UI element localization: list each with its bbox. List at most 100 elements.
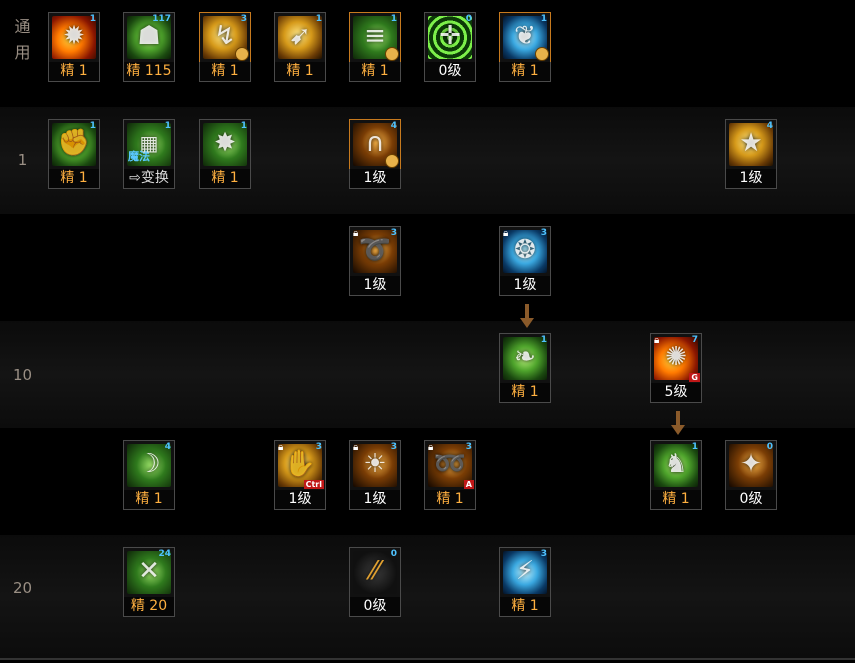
skill-level-label: 精 115 <box>123 62 175 82</box>
skill-slot[interactable]: ❦ 1 精 1 <box>499 12 551 82</box>
skill-slot[interactable]: ✋ 🔒︎ 3 Ctrl 1级 <box>274 440 326 510</box>
row-level10 <box>0 321 855 428</box>
gold-claw-icon: ⁄⁄ 0 <box>349 547 401 598</box>
lock-icon: 🔒︎ <box>654 335 660 346</box>
skill-slot[interactable]: ☀ 🔒︎ 3 1级 <box>349 440 401 510</box>
hotkey-badge: A <box>463 480 474 489</box>
skill-level-label: 精 1 <box>274 62 326 82</box>
skill-level-label: 精 1 <box>349 62 401 82</box>
row-label-common-line2: 用 <box>14 43 31 62</box>
skill-count: 3 <box>390 228 397 238</box>
skill-slot[interactable]: ✺ 🔒︎ 7 G 5级 <box>650 333 702 403</box>
green-fist-icon: ✊ 1 <box>48 119 100 170</box>
clock-icon <box>385 47 399 61</box>
skill-slot[interactable]: ≡ 1 精 1 <box>349 12 401 82</box>
skill-slot[interactable]: ✦ 0 0级 <box>725 440 777 510</box>
skill-level-label: 精 1 <box>123 490 175 510</box>
skill-count: 1 <box>390 14 397 24</box>
skill-count: 3 <box>390 442 397 452</box>
skill-count: 1 <box>89 14 96 24</box>
skill-level-label: 1级 <box>274 490 326 510</box>
prerequisite-arrow <box>520 304 534 330</box>
skill-level-label: 0级 <box>424 62 476 82</box>
lock-icon: 🔒︎ <box>278 442 284 453</box>
skill-level-label: 1级 <box>499 276 551 296</box>
green-spark-icon: ✸ 1 <box>199 119 251 170</box>
green-slash-icon: ☽ 4 <box>123 440 175 491</box>
skill-level-label: 精 20 <box>123 597 175 617</box>
skill-level-label: 精 1 <box>199 62 251 82</box>
lock-icon: 🔒︎ <box>353 228 359 239</box>
gold-sunburst-icon: ☀ 🔒︎ 3 <box>349 440 401 491</box>
skill-count: 3 <box>465 442 472 452</box>
skill-slot[interactable]: ▦ 1 魔法 ⇨变换 <box>123 119 175 189</box>
skill-slot[interactable]: ⁄⁄ 0 0级 <box>349 547 401 617</box>
skill-slot[interactable]: ☽ 4 精 1 <box>123 440 175 510</box>
skill-slot[interactable]: ✛ 0 0级 <box>424 12 476 82</box>
skill-slot[interactable]: ☗ 117 精 115 <box>123 12 175 82</box>
skill-count: 1 <box>691 442 698 452</box>
magic-book-icon: ▦ 1 魔法 <box>123 119 175 170</box>
green-target-icon: ✛ 0 <box>424 12 476 63</box>
clock-icon <box>235 47 249 61</box>
skill-level-label: 精 1 <box>199 169 251 189</box>
fire-burst-icon: ✹ 1 <box>48 12 100 63</box>
skill-count: 3 <box>240 14 247 24</box>
gold-palm-icon: ✋ 🔒︎ 3 Ctrl <box>274 440 326 491</box>
skill-slot[interactable]: ✹ 1 精 1 <box>48 12 100 82</box>
skill-level-label: 精 1 <box>499 383 551 403</box>
skill-slot[interactable]: ∩ 4 1级 <box>349 119 401 189</box>
gold-kick-icon: ↯ 3 <box>199 12 251 63</box>
bottom-divider <box>0 658 855 660</box>
lock-icon: 🔒︎ <box>428 442 434 453</box>
skill-count: 117 <box>152 14 171 24</box>
skill-count: 1 <box>89 121 96 131</box>
blue-wings-icon: ❦ 1 <box>499 12 551 63</box>
skill-count: 1 <box>540 14 547 24</box>
skill-slot[interactable]: ❧ 1 精 1 <box>499 333 551 403</box>
prerequisite-arrow <box>671 411 685 437</box>
skill-slot[interactable]: ❂ 🔒︎ 3 1级 <box>499 226 551 296</box>
skill-count: 1 <box>164 121 171 131</box>
skill-count: 24 <box>158 549 171 559</box>
clock-icon <box>535 47 549 61</box>
gold-uppercut-icon: ∩ 4 <box>349 119 401 170</box>
blue-runner-icon: ⚡ 3 <box>499 547 551 598</box>
skill-slot[interactable]: ↯ 3 精 1 <box>199 12 251 82</box>
lock-icon: 🔒︎ <box>503 228 509 239</box>
skill-slot[interactable]: ⚡ 3 精 1 <box>499 547 551 617</box>
skill-slot[interactable]: ➰ 🔒︎ 3 1级 <box>349 226 401 296</box>
skill-slot[interactable]: ➹ 1 精 1 <box>274 12 326 82</box>
skill-slot[interactable]: ✊ 1 精 1 <box>48 119 100 189</box>
skill-level-label: 1级 <box>349 169 401 189</box>
magic-overlay-text: 魔法 <box>128 150 150 163</box>
lock-icon: 🔒︎ <box>353 442 359 453</box>
hotkey-badge: G <box>689 373 700 382</box>
row-label-common-line1: 通 <box>14 17 31 36</box>
gold-shatter-icon: ✦ 0 <box>725 440 777 491</box>
green-dash-icon: ≡ 1 <box>349 12 401 63</box>
skill-slot[interactable]: ♞ 1 精 1 <box>650 440 702 510</box>
hotkey-badge: Ctrl <box>303 480 324 489</box>
skill-level-label: 1级 <box>349 276 401 296</box>
skill-slot[interactable]: ➿ 🔒︎ 3 A 精 1 <box>424 440 476 510</box>
gold-crouch-icon: ➹ 1 <box>274 12 326 63</box>
skill-slot[interactable]: ✸ 1 精 1 <box>199 119 251 189</box>
row-label-level1: 1 <box>17 151 28 169</box>
skill-level-label: ⇨变换 <box>123 169 175 189</box>
gold-swirl-kick-icon: ➰ 🔒︎ 3 <box>349 226 401 277</box>
skill-level-label: 1级 <box>349 490 401 510</box>
green-beast-icon: ☗ 117 <box>123 12 175 63</box>
skill-level-label: 0级 <box>725 490 777 510</box>
skill-level-label: 精 1 <box>48 62 100 82</box>
skill-level-label: 精 1 <box>650 490 702 510</box>
row-level1-sub <box>0 214 855 321</box>
skill-count: 0 <box>766 442 773 452</box>
skill-count: 0 <box>390 549 397 559</box>
gold-spiral-icon: ➿ 🔒︎ 3 A <box>424 440 476 491</box>
skill-level-label: 5级 <box>650 383 702 403</box>
skill-slot[interactable]: ★ 4 1级 <box>725 119 777 189</box>
skill-slot[interactable]: ✕ 24 精 20 <box>123 547 175 617</box>
skill-level-label: 0级 <box>349 597 401 617</box>
blue-vortex-icon: ❂ 🔒︎ 3 <box>499 226 551 277</box>
